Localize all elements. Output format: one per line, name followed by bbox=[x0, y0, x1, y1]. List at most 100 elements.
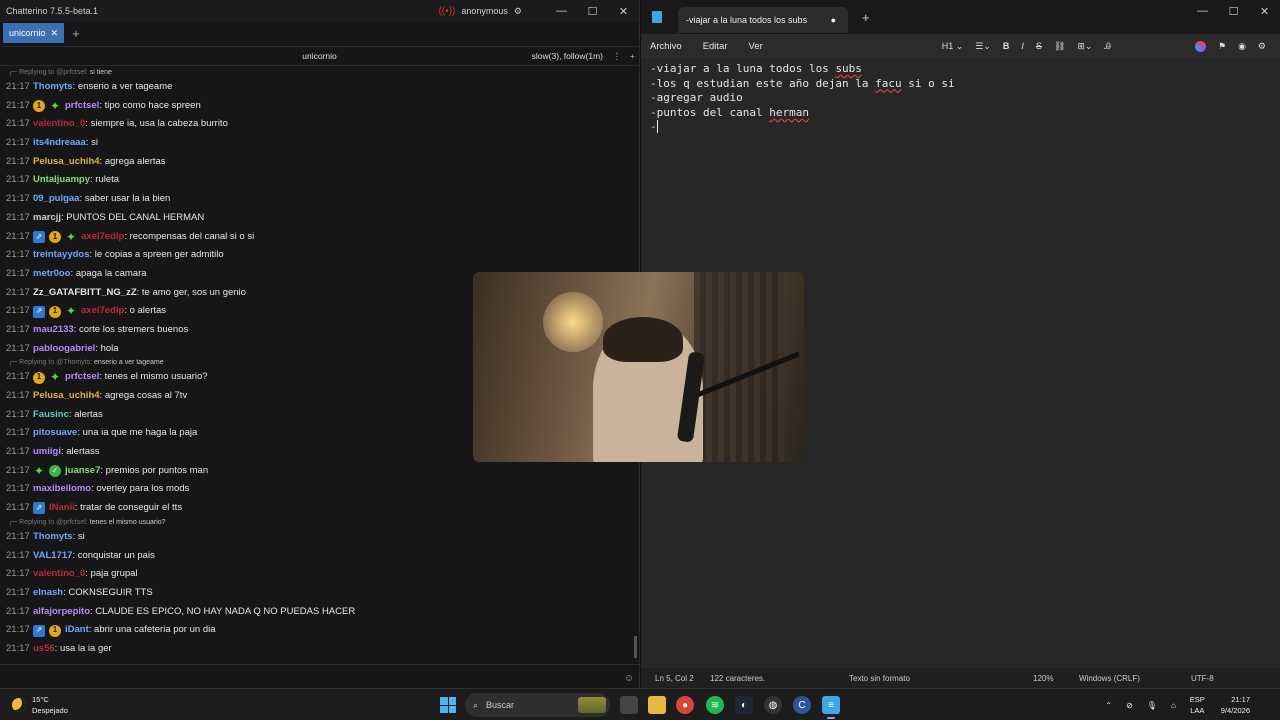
app-c-icon[interactable]: C bbox=[793, 696, 811, 714]
message-username[interactable]: Zz_GATAFBITT_NG_zZ bbox=[33, 284, 137, 303]
gem-badge-icon[interactable]: ✦ bbox=[49, 370, 61, 384]
more-options-icon[interactable]: ⋮ bbox=[613, 51, 622, 62]
notepad-close-button[interactable]: ✕ bbox=[1249, 0, 1280, 22]
notepad-minimize-button[interactable]: — bbox=[1187, 0, 1218, 22]
message-username[interactable]: valentino_0 bbox=[33, 115, 85, 134]
message-username[interactable]: metr0oo bbox=[33, 265, 70, 284]
message-username[interactable]: maxibellomo bbox=[33, 480, 91, 499]
file-explorer-icon[interactable] bbox=[648, 696, 666, 714]
language-indicator[interactable]: ESP LAA bbox=[1190, 694, 1205, 716]
message-username[interactable]: INanii bbox=[49, 499, 75, 518]
account-name[interactable]: anonymous bbox=[461, 6, 508, 16]
unsaved-dot-icon[interactable]: ● bbox=[831, 15, 836, 25]
message-username[interactable]: mau2133 bbox=[33, 321, 74, 340]
prime-badge-icon[interactable]: ⇗ bbox=[33, 502, 45, 515]
message-username[interactable]: Thomyts bbox=[33, 528, 73, 547]
notepad-tab[interactable]: -viajar a la luna todos los subs ● bbox=[678, 7, 848, 33]
message-username[interactable]: Pelusa_uchih4 bbox=[33, 153, 100, 172]
split-add-icon[interactable]: + bbox=[630, 51, 635, 61]
line-ending[interactable]: Windows (CRLF) bbox=[1079, 674, 1140, 683]
network-icon[interactable]: ⌂ bbox=[1171, 701, 1176, 710]
emote-picker-icon[interactable]: ☺ bbox=[624, 673, 634, 684]
notifications-icon[interactable]: ⚑ bbox=[1218, 41, 1226, 52]
chrome-icon[interactable]: ● bbox=[676, 696, 694, 714]
message-username[interactable]: juanse7 bbox=[65, 462, 100, 481]
sub-badge-icon[interactable]: 1 bbox=[49, 230, 61, 243]
minimize-button[interactable]: — bbox=[546, 0, 577, 22]
reply-context[interactable]: ╭─ Replying to @prfctsel: tenes el mismo… bbox=[6, 518, 632, 528]
link-icon[interactable]: ⛓ bbox=[1054, 41, 1065, 52]
start-button[interactable] bbox=[440, 697, 456, 713]
prime-badge-icon[interactable]: ⇗ bbox=[33, 624, 45, 637]
message-username[interactable]: alfajorpepito bbox=[33, 603, 90, 622]
gem-badge-icon[interactable]: ✦ bbox=[33, 464, 45, 478]
maximize-button[interactable]: ☐ bbox=[577, 0, 608, 22]
gem-badge-icon[interactable]: ✦ bbox=[65, 230, 77, 244]
obs-icon[interactable]: ◍ bbox=[764, 696, 782, 714]
prime-badge-icon[interactable]: ⇗ bbox=[33, 305, 45, 318]
tray-overflow-icon[interactable]: ⌃ bbox=[1105, 701, 1112, 710]
clock[interactable]: 21:17 9/4/2026 bbox=[1221, 694, 1250, 716]
sub-badge-icon[interactable]: 1 bbox=[49, 624, 61, 637]
taskbar-search[interactable]: ⌕ Buscar bbox=[465, 693, 610, 717]
heading-select[interactable]: H1 ⌄ bbox=[942, 41, 964, 52]
message-username[interactable]: its4ndreaaa bbox=[33, 134, 86, 153]
close-tab-icon[interactable]: ✕ bbox=[51, 28, 59, 39]
task-view-icon[interactable] bbox=[620, 696, 638, 714]
menu-archivo[interactable]: Archivo bbox=[650, 41, 682, 52]
message-username[interactable]: Untaljuampy bbox=[33, 171, 90, 190]
message-username[interactable]: 09_pulgaa bbox=[33, 190, 79, 209]
add-tab-button[interactable]: + bbox=[72, 26, 80, 41]
gem-badge-icon[interactable]: ✦ bbox=[49, 99, 61, 113]
message-username[interactable]: elnash bbox=[33, 584, 63, 603]
table-icon[interactable]: ⊞⌄ bbox=[1077, 41, 1092, 52]
message-username[interactable]: prfctsel bbox=[65, 368, 99, 387]
chat-input-bar[interactable]: ☺ bbox=[0, 664, 639, 688]
message-username[interactable]: umiigi bbox=[33, 443, 61, 462]
gem-badge-icon[interactable]: ✦ bbox=[65, 304, 77, 318]
close-button[interactable]: ✕ bbox=[608, 0, 639, 22]
message-username[interactable]: treintayydos bbox=[33, 246, 90, 265]
message-username[interactable]: iDant bbox=[65, 621, 89, 640]
message-username[interactable]: axel7edlp bbox=[81, 302, 124, 321]
strikethrough-icon[interactable]: S bbox=[1036, 41, 1042, 51]
italic-icon[interactable]: I bbox=[1021, 41, 1024, 51]
menu-editar[interactable]: Editar bbox=[703, 41, 728, 52]
encoding[interactable]: UTF-8 bbox=[1191, 674, 1214, 683]
message-username[interactable]: prfctsel bbox=[65, 97, 99, 116]
mic-icon[interactable]: 🎙 bbox=[1147, 701, 1157, 710]
spotify-icon[interactable]: ≋ bbox=[706, 696, 724, 714]
notepad-settings-icon[interactable]: ⚙ bbox=[1258, 41, 1266, 52]
sub-badge-icon[interactable]: 1 bbox=[33, 100, 45, 113]
new-tab-button[interactable]: + bbox=[862, 10, 870, 25]
settings-gear-icon[interactable]: ⚙ bbox=[514, 6, 522, 17]
prime-badge-icon[interactable]: ⇗ bbox=[33, 230, 45, 243]
channel-modes[interactable]: slow(3), follow(1m) bbox=[532, 51, 603, 61]
notepad-taskbar-icon[interactable]: ≡ bbox=[822, 696, 840, 719]
message-username[interactable]: valentino_0 bbox=[33, 565, 85, 584]
reply-context[interactable]: ╭─ Replying to @prfctsel: si tiene bbox=[6, 68, 632, 78]
message-username[interactable]: pitosuave bbox=[33, 424, 77, 443]
message-username[interactable]: VAL1717 bbox=[33, 547, 72, 566]
bold-icon[interactable]: B bbox=[1003, 41, 1010, 51]
message-username[interactable]: us56 bbox=[33, 640, 55, 659]
steam-icon[interactable]: ◐ bbox=[735, 696, 753, 714]
account-icon[interactable]: ◉ bbox=[1238, 41, 1246, 52]
message-username[interactable]: marcjj bbox=[33, 209, 61, 228]
notepad-maximize-button[interactable]: ☐ bbox=[1218, 0, 1249, 22]
weather-widget[interactable]: 15°C Despejado bbox=[12, 694, 68, 716]
copilot-icon[interactable] bbox=[1194, 40, 1206, 52]
message-username[interactable]: Thomyts bbox=[33, 78, 73, 97]
sub-badge-icon[interactable]: 1 bbox=[33, 371, 45, 384]
message-username[interactable]: pabloogabriel bbox=[33, 340, 95, 359]
clear-format-icon[interactable]: Ꭿ bbox=[1104, 41, 1111, 52]
sub-badge-icon[interactable]: 1 bbox=[49, 305, 61, 318]
message-username[interactable]: Pelusa_uchih4 bbox=[33, 387, 100, 406]
tab-unicornio[interactable]: unicornio ✕ bbox=[3, 23, 65, 43]
message-username[interactable]: axel7edlp bbox=[81, 228, 124, 247]
zoom-level[interactable]: 120% bbox=[1033, 674, 1053, 683]
verified-badge-icon[interactable]: ✓ bbox=[49, 465, 61, 478]
vpn-icon[interactable]: ⊘ bbox=[1126, 701, 1133, 710]
chat-scrollbar[interactable] bbox=[634, 636, 637, 658]
menu-ver[interactable]: Ver bbox=[749, 41, 763, 52]
